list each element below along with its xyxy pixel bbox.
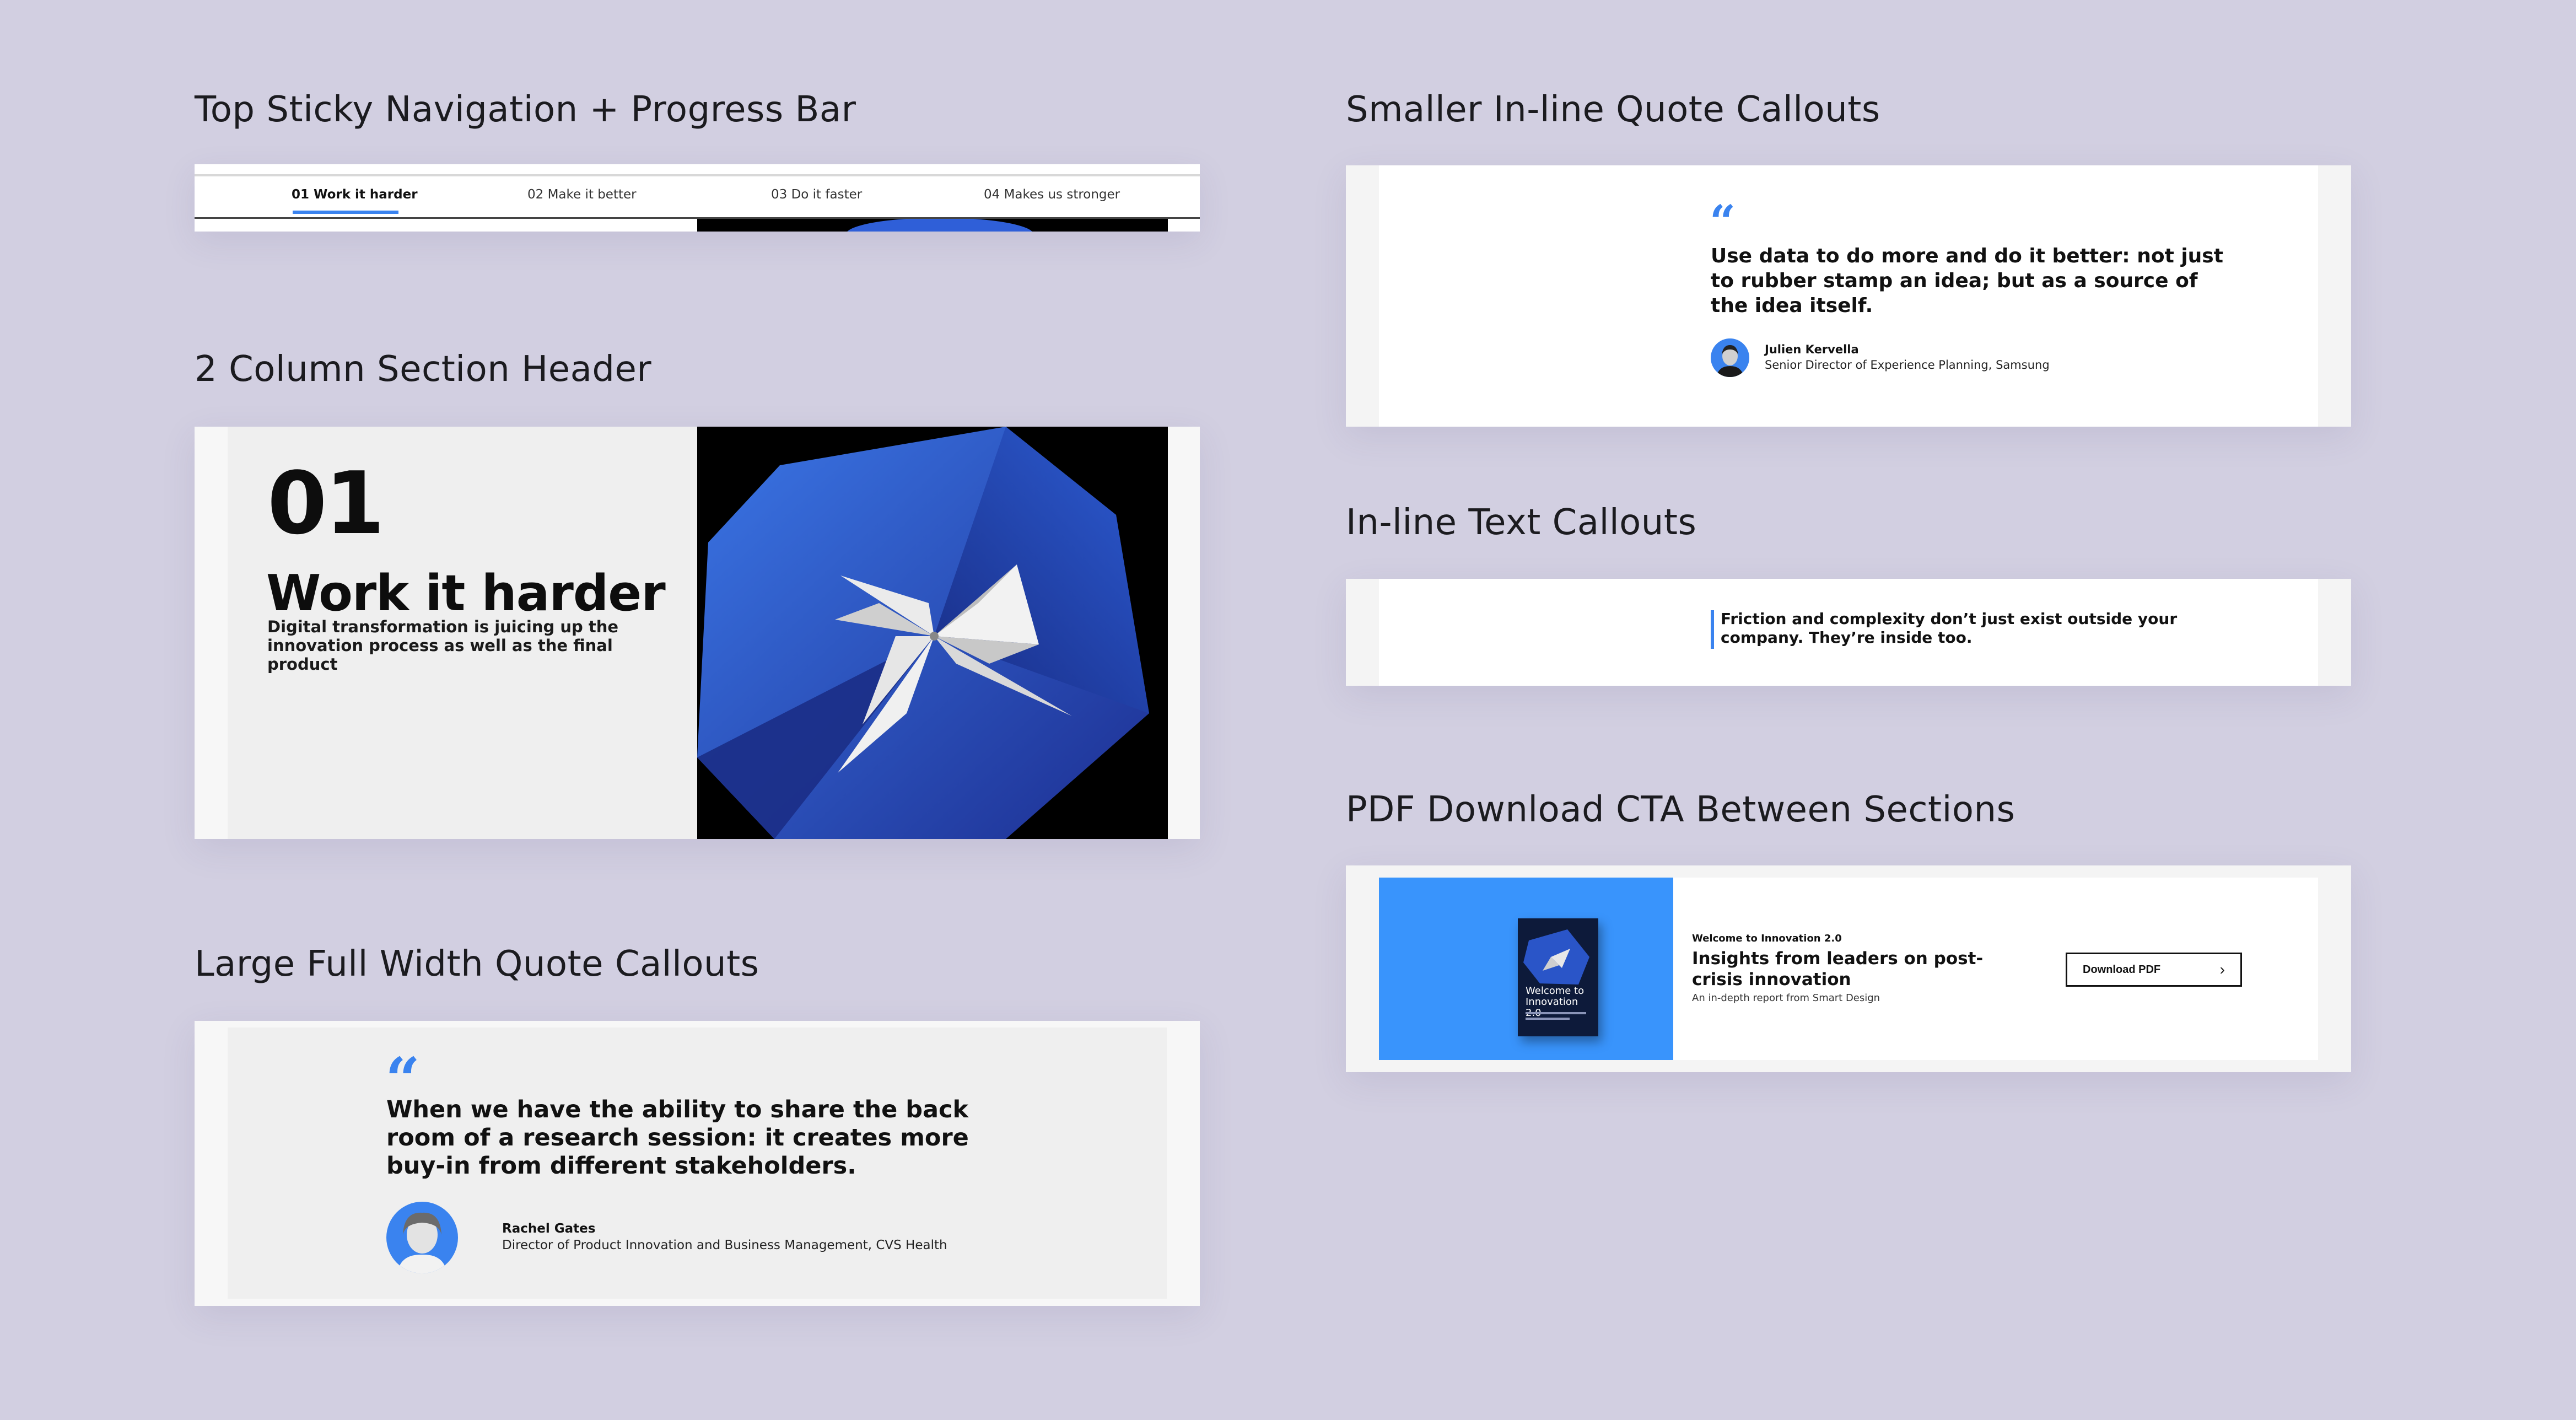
section-label-header: 2 Column Section Header <box>195 349 652 390</box>
pdf-subtitle: An in-depth report from Smart Design <box>1692 992 1880 1004</box>
download-pdf-button[interactable]: Download PDF › <box>2066 953 2242 987</box>
section-label-smallquote: Smaller In-line Quote Callouts <box>1346 89 1880 130</box>
chevron-right-icon: › <box>2219 961 2225 978</box>
quote-author-name: Rachel Gates <box>502 1222 596 1236</box>
small-quote-text: Use data to do more and do it better: no… <box>1711 245 2223 317</box>
avatar <box>1711 338 1749 377</box>
quote-icon: “ <box>1710 196 1736 249</box>
pdf-cta-preview: Welcome to Innovation 2.0 Welcome to Inn… <box>1346 865 2351 1072</box>
report-cover-subline <box>1526 1018 1570 1020</box>
person-portrait <box>397 1212 447 1273</box>
text-callout-text: Friction and complexity don’t just exist… <box>1721 610 2178 647</box>
pinwheel-illustration <box>697 427 1149 839</box>
section-header-preview: 01 Work it harder Digital transformation… <box>195 427 1200 839</box>
text-callout-preview: Friction and complexity don’t just exist… <box>1346 579 2351 686</box>
large-quote-panel: “ When we have the ability to share the … <box>228 1028 1167 1299</box>
small-quote-panel: “ Use data to do more and do it better: … <box>1379 165 2318 427</box>
quote-author-name: Julien Kervella <box>1765 343 1859 356</box>
report-cover-image: Welcome to Innovation 2.0 <box>1518 918 1598 1036</box>
section-label-nav: Top Sticky Navigation + Progress Bar <box>195 89 856 130</box>
person-portrait <box>1716 345 1744 377</box>
download-pdf-label: Download PDF <box>2083 963 2161 976</box>
large-quote-text: When we have the ability to share the ba… <box>386 1096 969 1180</box>
small-quote-preview: “ Use data to do more and do it better: … <box>1346 165 2351 427</box>
nav-item-make-it-better[interactable]: 02 Make it better <box>527 187 637 202</box>
sticky-nav-preview: 01 Work it harder 02 Make it better 03 D… <box>195 164 1200 232</box>
section-label-pdf: PDF Download CTA Between Sections <box>1346 789 2015 830</box>
large-quote-preview: “ When we have the ability to share the … <box>195 1021 1200 1306</box>
section-label-bigquote: Large Full Width Quote Callouts <box>195 944 759 985</box>
nav-item-do-it-faster[interactable]: 03 Do it faster <box>771 187 862 202</box>
quote-author-role: Director of Product Innovation and Busin… <box>502 1238 947 1252</box>
pdf-cover-panel: Welcome to Innovation 2.0 <box>1379 878 1673 1060</box>
nav-top-divider <box>195 174 1200 176</box>
report-cover-subline <box>1526 1012 1586 1014</box>
pdf-title: Insights from leaders on post-crisis inn… <box>1692 949 1984 989</box>
nav-hero-image-peek <box>697 219 1168 232</box>
pdf-eyebrow: Welcome to Innovation 2.0 <box>1692 933 1842 944</box>
header-text-column: 01 Work it harder Digital transformation… <box>228 427 697 839</box>
progress-bar <box>293 211 398 214</box>
nav-item-work-it-harder[interactable]: 01 Work it harder <box>292 187 418 202</box>
nav-item-makes-us-stronger[interactable]: 04 Makes us stronger <box>984 187 1120 202</box>
section-number: 01 <box>267 453 385 553</box>
quote-author-role: Senior Director of Experience Planning, … <box>1765 358 2050 372</box>
section-label-textcallout: In-line Text Callouts <box>1346 502 1697 543</box>
section-title: Work it harder <box>266 564 666 622</box>
section-description: Digital transformation is juicing up the… <box>267 617 619 674</box>
callout-accent-bar <box>1711 610 1714 649</box>
pinwheel-image <box>697 427 1168 839</box>
avatar <box>386 1202 458 1273</box>
